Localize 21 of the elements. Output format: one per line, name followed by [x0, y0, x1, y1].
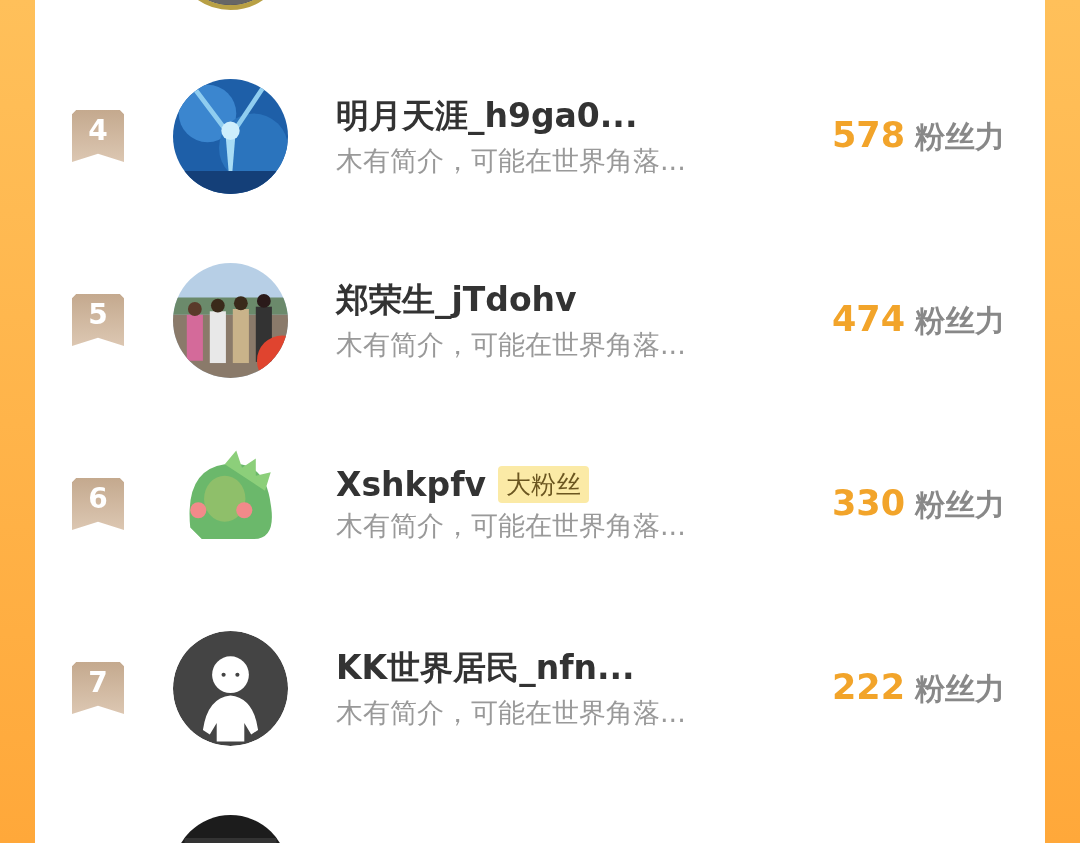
score-value: 222: [831, 666, 905, 707]
score-value: 578: [831, 114, 905, 155]
user-name[interactable]: KK世界居民_nfn...: [336, 645, 635, 691]
user-bio: 木有简介，可能在世界角落...: [336, 508, 687, 543]
rank-ribbon: 4: [72, 110, 124, 162]
rank-ribbon: 6: [72, 478, 124, 530]
rank-ribbon: 5: [72, 294, 124, 346]
user-bio: 木有简介，可能在世界角落...: [336, 695, 687, 730]
fan-badge: 大粉丝: [498, 465, 589, 503]
user-name[interactable]: 郑荣生_jTdohv: [336, 277, 577, 323]
user-bio: 木有简介，可能在世界角落...: [336, 143, 687, 178]
score-value: 474: [831, 298, 905, 339]
score-label: 粉丝力: [915, 301, 1005, 340]
score-label: 粉丝力: [915, 485, 1005, 524]
rank-ribbon: 7: [72, 662, 124, 714]
score-label: 粉丝力: [915, 117, 1005, 156]
user-name[interactable]: Xshkpfv: [336, 464, 486, 504]
user-bio: 木有简介，可能在世界角落...: [336, 327, 687, 362]
score-label: 粉丝力: [915, 669, 1005, 708]
score-value: 330: [831, 482, 905, 523]
user-name[interactable]: 明月天涯_h9ga0...: [336, 93, 638, 139]
